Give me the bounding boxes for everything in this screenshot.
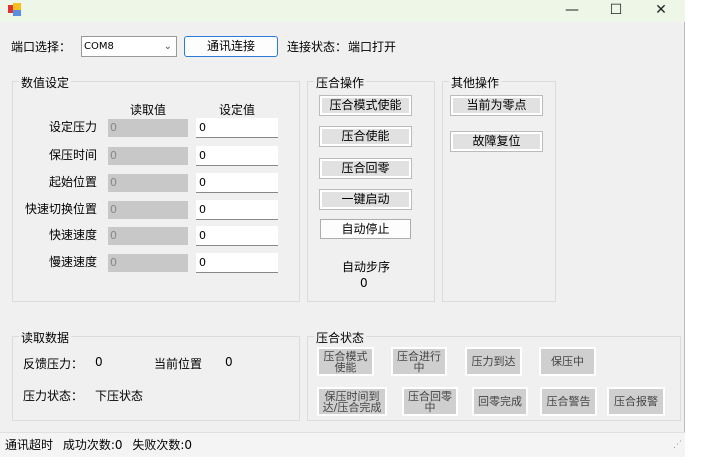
read-value-box: 0 [108,147,188,165]
success-count: 成功次数:0 [62,438,123,452]
fail-count: 失败次数:0 [132,438,193,452]
read-value-box: 0 [108,201,188,219]
connection-status-label: 连接状态： [287,40,348,54]
main-window: — ☐ ✕ 端口选择： COM8 ⌄ 通讯连接 连接状态： 端口打开 数值设定 读… [0,0,685,457]
port-select[interactable]: COM8 ⌄ [81,36,177,57]
auto-stop-button[interactable]: 自动停止 [320,219,411,239]
chevron-down-icon: ⌄ [163,41,172,52]
maximize-button[interactable]: ☐ [594,0,638,22]
app-icon [8,3,21,16]
current-position-label: 当前位置 [154,357,203,371]
read-data-group: 读取数据 反馈压力： 0 当前位置 0 压力状态： 下压状态 [12,329,300,421]
set-value-input[interactable]: 0 [196,173,278,193]
set-value-input[interactable]: 0 [196,253,278,273]
state-indicator: 回零完成 [472,387,528,416]
set-value-input[interactable]: 0 [196,146,278,166]
feedback-pressure-value: 0 [95,355,103,369]
set-value-input[interactable]: 0 [196,226,278,246]
connection-status-value: 端口打开 [348,40,397,54]
press-ops-group: 压合操作 压合模式使能 压合使能 压合回零 一键启动 自动停止 自动步序 0 [307,74,435,302]
set-value-input[interactable]: 0 [196,118,278,138]
group-title: 压合操作 [314,74,367,91]
other-ops-group: 其他操作 当前为零点 故障复位 [442,74,556,302]
fault-reset-button[interactable]: 故障复位 [450,131,543,152]
read-column-header: 读取值 [130,103,167,117]
value-row-label: 慢速速度 [48,255,97,269]
set-column-header: 设定值 [219,103,256,117]
status-bar: 通讯超时 成功次数:0 失败次数:0 ⋰ [0,432,685,457]
auto-step-value: 0 [360,276,368,290]
resize-grip-icon[interactable]: ⋰ [673,433,682,457]
press-mode-enable-button[interactable]: 压合模式使能 [319,95,412,116]
state-indicator: 保压中 [539,347,596,376]
pressure-state-label: 压力状态： [23,389,84,403]
press-enable-button[interactable]: 压合使能 [319,126,412,147]
port-label: 端口选择： [11,40,72,54]
comm-timeout-status: 通讯超时 [5,438,54,452]
title-bar: — ☐ ✕ [0,0,685,22]
pressure-state-value: 下压状态 [95,389,144,403]
value-row-label: 设定压力 [48,120,97,134]
port-value: COM8 [84,41,114,52]
state-indicator: 压合报警 [607,387,665,416]
value-row-label: 起始位置 [48,175,97,189]
one-key-start-button[interactable]: 一键启动 [319,189,412,210]
feedback-pressure-label: 反馈压力： [23,357,84,371]
connect-button[interactable]: 通讯连接 [184,36,278,57]
read-value-box: 0 [108,119,188,137]
state-indicator: 压合回零中 [402,387,458,416]
read-value-box: 0 [108,227,188,245]
set-value-input[interactable]: 0 [196,200,278,220]
state-indicator: 压力到达 [465,347,522,376]
value-row-label: 快速速度 [48,228,97,242]
set-zero-button[interactable]: 当前为零点 [450,95,543,116]
read-value-box: 0 [108,174,188,192]
close-button[interactable]: ✕ [639,0,683,22]
value-row-label: 快速切换位置 [24,202,97,216]
state-indicator: 压合警告 [540,387,597,416]
group-title: 读取数据 [19,329,72,346]
state-indicator: 保压时间到达/压合完成 [317,387,387,416]
group-title: 数值设定 [19,74,72,91]
state-indicator: 压合模式使能 [317,347,374,376]
press-home-button[interactable]: 压合回零 [319,158,412,179]
press-state-group: 压合状态 压合模式使能 压合进行中 压力到达 保压中 保压时间到达/压合完成 压… [307,329,681,421]
values-group: 数值设定 读取值 设定值 设定压力 0 0 保压时间 0 0 起始位置 0 0 快速切… [12,74,300,302]
auto-step-label: 自动步序 [342,260,391,274]
value-row-label: 保压时间 [48,148,97,162]
current-position-value: 0 [225,355,233,369]
state-indicator: 压合进行中 [391,347,447,376]
minimize-button[interactable]: — [550,0,594,22]
group-title: 压合状态 [314,329,367,346]
group-title: 其他操作 [449,74,502,91]
read-value-box: 0 [108,254,188,272]
